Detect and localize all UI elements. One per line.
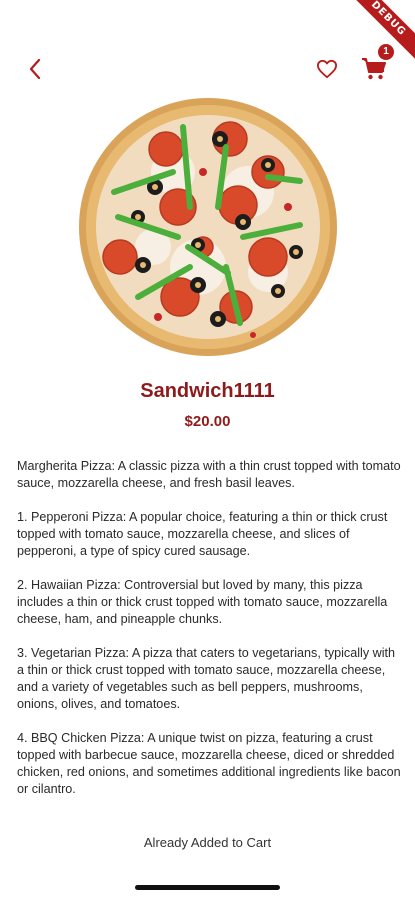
cart-button[interactable]: 1 <box>358 44 394 84</box>
description-paragraph: 3. Vegetarian Pizza: A pizza that caters… <box>17 646 396 711</box>
product-price: $20.00 <box>184 413 231 430</box>
already-added-label: Already Added to Cart <box>143 835 272 850</box>
chevron-left-icon <box>29 58 41 80</box>
back-button[interactable] <box>20 54 50 84</box>
app-bar: 1 <box>0 44 415 88</box>
product-title: Sandwich1111 <box>140 380 275 402</box>
home-indicator[interactable] <box>135 885 280 890</box>
description-paragraph: Margherita Pizza: A classic pizza with a… <box>17 459 401 490</box>
cart-count-badge: 1 <box>378 44 394 60</box>
product-description: Margherita Pizza: A classic pizza with a… <box>17 458 401 824</box>
pizza-image <box>79 98 337 356</box>
shopping-cart-icon <box>362 58 386 80</box>
heart-outline-icon <box>316 59 337 79</box>
description-paragraph: 2. Hawaiian Pizza: Controversial but lov… <box>17 578 388 626</box>
description-paragraph: 1. Pepperoni Pizza: A popular choice, fe… <box>17 510 388 558</box>
description-fade <box>17 810 401 824</box>
favorite-button[interactable] <box>312 54 342 84</box>
description-paragraph: 4. BBQ Chicken Pizza: A unique twist on … <box>17 731 401 796</box>
